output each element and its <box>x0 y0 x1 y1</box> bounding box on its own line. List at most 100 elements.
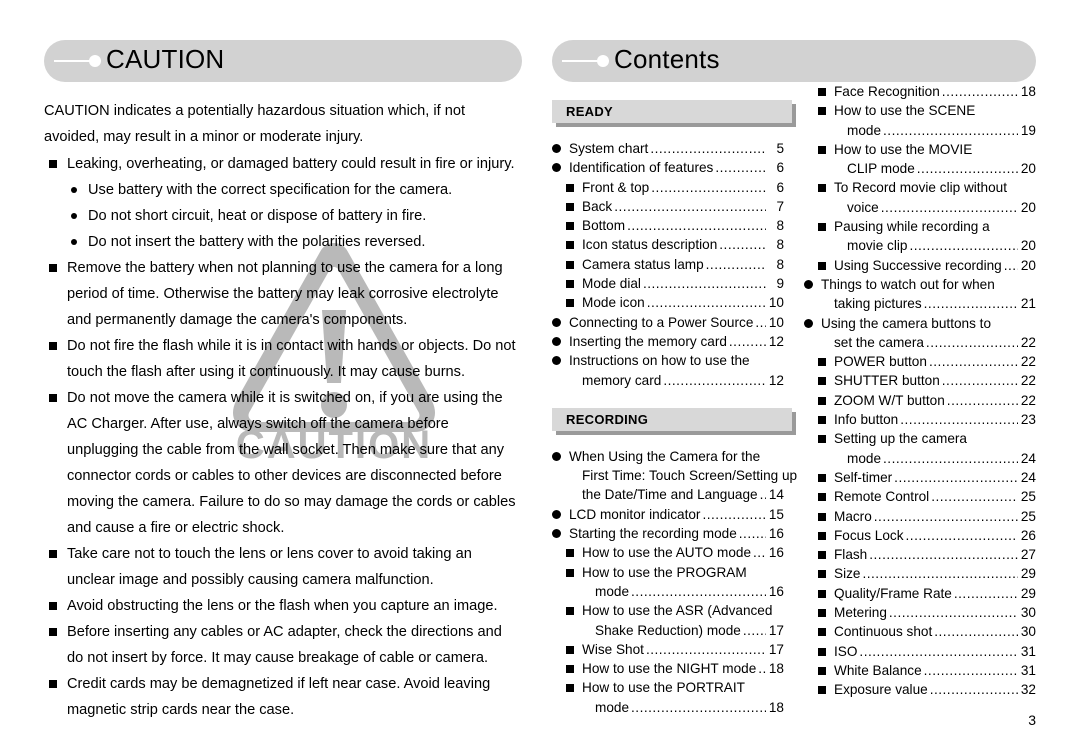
toc-entry-page: 9 <box>776 276 784 292</box>
round-bullet-icon <box>552 336 561 346</box>
toc-dot-leader: ........................................… <box>1003 257 1018 273</box>
toc-entry[interactable]: How to use the MOVIE <box>804 140 1036 159</box>
toc-entry[interactable]: To Record movie clip without <box>804 178 1036 197</box>
toc-entry[interactable]: Using Successive recording..............… <box>804 256 1036 275</box>
toc-entry-row: POWER button............................… <box>834 352 1036 371</box>
toc-entry[interactable]: Macro...................................… <box>804 507 1036 526</box>
toc-entry[interactable]: How to use the PROGRAM <box>552 563 784 582</box>
toc-entry-row: Front & top.............................… <box>582 178 784 197</box>
toc-entry[interactable]: Quality/Frame Rate......................… <box>804 584 1036 603</box>
caution-header-pill: CAUTION <box>44 40 522 82</box>
toc-entry[interactable]: Info button.............................… <box>804 410 1036 429</box>
toc-entry-label: SHUTTER button <box>834 373 940 389</box>
toc-entry[interactable]: POWER button............................… <box>804 352 1036 371</box>
toc-entry[interactable]: Inserting the memory card...............… <box>552 332 784 351</box>
toc-entry[interactable]: Metering................................… <box>804 603 1036 622</box>
toc-entry[interactable]: ZOOM W/T button.........................… <box>804 391 1036 410</box>
toc-entry[interactable]: Mode icon...............................… <box>552 293 784 312</box>
toc-entry-page: 16 <box>768 526 784 542</box>
toc-entry-page: 10 <box>768 314 784 330</box>
toc-entry[interactable]: CLIP mode...............................… <box>804 159 1036 178</box>
toc-entry[interactable]: Focus Lock..............................… <box>804 526 1036 545</box>
toc-entry-label: taking pictures <box>834 296 922 312</box>
manual-page: CAUTION CAUTION CAUTION indicates a pote… <box>0 0 1080 746</box>
toc-entry[interactable]: Instructions on how to use the <box>552 351 784 370</box>
toc-entry-label: Flash <box>834 547 868 563</box>
toc-entry-label: the Date/Time and Language <box>582 487 758 503</box>
toc-entry-row: Mode dial...............................… <box>582 274 784 293</box>
toc-entry[interactable]: memory card.............................… <box>552 371 784 390</box>
toc-entry[interactable]: How to use the ASR (Advanced <box>552 601 784 620</box>
toc-entry-page: 29 <box>1020 585 1036 601</box>
toc-entry-row: Flash...................................… <box>834 545 1036 564</box>
toc-entry-label: movie clip <box>847 238 908 254</box>
caution-item-list: Leaking, overheating, or damaged battery… <box>44 151 522 723</box>
toc-entry[interactable]: SHUTTER button..........................… <box>804 371 1036 390</box>
caution-sub-item-text: Do not short circuit, heat or dispose of… <box>88 208 427 224</box>
toc-entry[interactable]: Things to watch out for when <box>804 275 1036 294</box>
toc-entry[interactable]: Camera status lamp......................… <box>552 255 784 274</box>
toc-entry-row: How to use the PORTRAIT <box>582 678 784 697</box>
toc-entry[interactable]: Using the camera buttons to <box>804 314 1036 333</box>
toc-dot-leader: ........................................… <box>928 354 1018 370</box>
toc-entry[interactable]: Front & top.............................… <box>552 178 784 197</box>
toc-entry[interactable]: mode....................................… <box>552 582 784 601</box>
toc-entry[interactable]: Continuous shot.........................… <box>804 622 1036 641</box>
toc-entry[interactable]: Remote Control..........................… <box>804 487 1036 506</box>
toc-entry[interactable]: Starting the recording mode.............… <box>552 524 784 543</box>
toc-entry-label: Macro <box>834 508 872 524</box>
toc-entry[interactable]: Shake Reduction) mode...................… <box>552 621 784 640</box>
square-bullet-icon <box>818 493 826 502</box>
toc-entry-page: 19 <box>1020 122 1036 138</box>
toc-entry[interactable]: Exposure value..........................… <box>804 680 1036 699</box>
caution-body: CAUTION indicates a potentially hazardou… <box>44 98 522 723</box>
toc-entry-page: 29 <box>1020 566 1036 582</box>
toc-entry[interactable]: How to use the PORTRAIT <box>552 678 784 697</box>
caution-item-text: Take care not to touch the lens or lens … <box>67 546 472 588</box>
toc-entry-row: Face Recognition........................… <box>834 82 1036 101</box>
toc-entry[interactable]: Setting up the camera <box>804 429 1036 448</box>
toc-entry[interactable]: System chart............................… <box>552 139 784 158</box>
toc-entry[interactable]: How to use the NIGHT mode...............… <box>552 659 784 678</box>
toc-entry[interactable]: taking pictures.........................… <box>804 294 1036 313</box>
toc-entry[interactable]: mode....................................… <box>804 121 1036 140</box>
toc-entry[interactable]: Self-timer..............................… <box>804 468 1036 487</box>
caution-sub-item-text: Do not insert the battery with the polar… <box>88 234 426 250</box>
toc-entry-label: memory card <box>582 372 662 388</box>
toc-entry[interactable]: Identification of features..............… <box>552 158 784 177</box>
toc-entry[interactable]: How to use the AUTO mode................… <box>552 543 784 562</box>
toc-entry[interactable]: movie clip..............................… <box>804 236 1036 255</box>
toc-entry[interactable]: Wise Shot...............................… <box>552 640 784 659</box>
toc-entry[interactable]: White Balance...........................… <box>804 661 1036 680</box>
toc-entry[interactable]: mode....................................… <box>804 449 1036 468</box>
toc-entry[interactable]: the Date/Time and Language..............… <box>552 485 784 504</box>
toc-entry-label: Mode dial <box>582 276 641 292</box>
toc-entry[interactable]: voice...................................… <box>804 198 1036 217</box>
toc-entry[interactable]: mode....................................… <box>552 698 784 717</box>
toc-entry-row: Quality/Frame Rate......................… <box>834 584 1036 603</box>
toc-entry[interactable]: Mode dial...............................… <box>552 274 784 293</box>
toc-entry-row: movie clip..............................… <box>847 236 1036 255</box>
square-bullet-icon <box>566 549 574 558</box>
toc-entry[interactable]: Flash...................................… <box>804 545 1036 564</box>
toc-entry[interactable]: Pausing while recording a <box>804 217 1036 236</box>
toc-entry[interactable]: Size....................................… <box>804 564 1036 583</box>
toc-entry[interactable]: Connecting to a Power Source............… <box>552 313 784 332</box>
toc-entry[interactable]: Face Recognition........................… <box>804 82 1036 101</box>
toc-entry-row: CLIP mode...............................… <box>847 159 1036 178</box>
toc-entry[interactable]: Icon status description.................… <box>552 235 784 254</box>
toc-dot-leader: ........................................… <box>900 412 1018 428</box>
toc-entry[interactable]: How to use the SCENE <box>804 101 1036 120</box>
toc-entry[interactable]: Back....................................… <box>552 197 784 216</box>
toc-entry-label: To Record movie clip without <box>834 180 1008 196</box>
toc-entry[interactable]: ISO.....................................… <box>804 642 1036 661</box>
round-bullet-icon <box>71 187 77 193</box>
toc-entry[interactable]: LCD monitor indicator...................… <box>552 505 784 524</box>
toc-dot-leader: ........................................… <box>869 547 1018 563</box>
toc-entry[interactable]: set the camera..........................… <box>804 333 1036 352</box>
toc-entry-row: Info button.............................… <box>834 410 1036 429</box>
toc-entry[interactable]: Bottom..................................… <box>552 216 784 235</box>
toc-entry[interactable]: First Time: Touch Screen/Setting up <box>552 466 797 485</box>
toc-entry-row: Setting up the camera <box>834 429 1036 448</box>
toc-entry[interactable]: When Using the Camera for the <box>552 447 784 466</box>
